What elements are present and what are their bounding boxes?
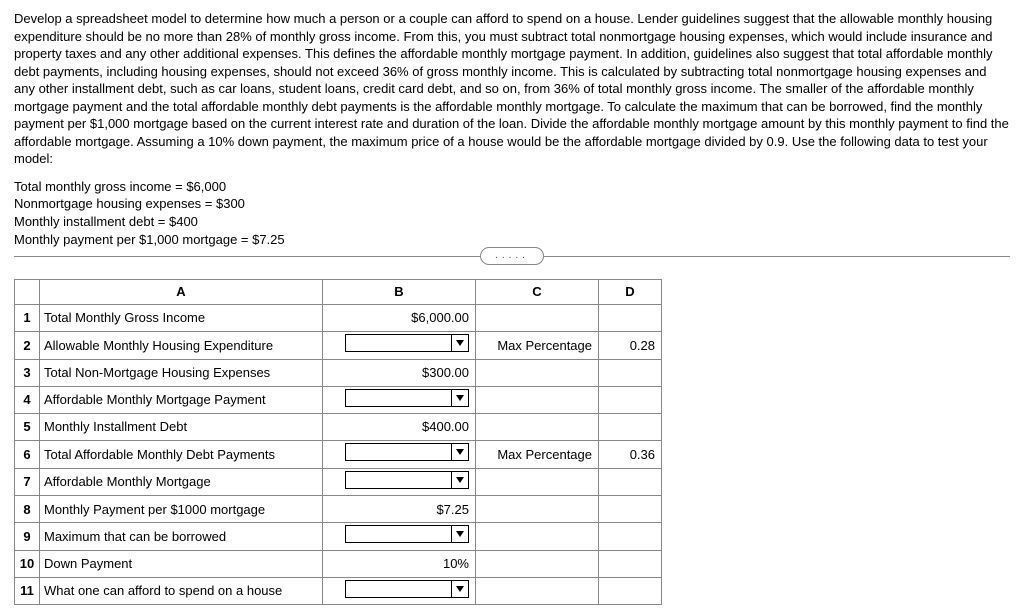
cell-b-dropdown [323, 577, 476, 605]
dropdown-field[interactable] [345, 334, 469, 352]
cell-c-value [476, 523, 599, 551]
cell-c-value [476, 550, 599, 577]
corner-cell [15, 280, 40, 305]
given-line-2: Nonmortgage housing expenses = $300 [14, 195, 1010, 213]
col-header-c: C [476, 280, 599, 305]
cell-d-value [599, 523, 662, 551]
chevron-down-icon [451, 444, 468, 460]
col-header-b: B [323, 280, 476, 305]
cell-d-value [599, 386, 662, 414]
given-data-block: Total monthly gross income = $6,000 Nonm… [14, 178, 1010, 248]
row-label: Total Affordable Monthly Debt Payments [40, 441, 323, 469]
cell-b-dropdown [323, 332, 476, 360]
dropdown-field[interactable] [345, 525, 469, 543]
row-label: Total Monthly Gross Income [40, 305, 323, 332]
table-row: 3Total Non-Mortgage Housing Expenses$300… [15, 359, 662, 386]
spreadsheet-table: A B C D 1Total Monthly Gross Income$6,00… [14, 279, 662, 605]
row-label: Monthly Installment Debt [40, 414, 323, 441]
cell-d-value [599, 577, 662, 605]
cell-b-value: $300.00 [323, 359, 476, 386]
cell-b-dropdown [323, 468, 476, 496]
row-label: Maximum that can be borrowed [40, 523, 323, 551]
row-header: 9 [15, 523, 40, 551]
table-row: 6Total Affordable Monthly Debt Payments M… [15, 441, 662, 469]
row-header: 3 [15, 359, 40, 386]
table-row: 9Maximum that can be borrowed [15, 523, 662, 551]
row-label: Allowable Monthly Housing Expenditure [40, 332, 323, 360]
row-header: 5 [15, 414, 40, 441]
table-row: 7Affordable Monthly Mortgage [15, 468, 662, 496]
cell-d-value [599, 359, 662, 386]
dropdown-field[interactable] [345, 443, 469, 461]
row-header: 10 [15, 550, 40, 577]
col-header-a: A [40, 280, 323, 305]
table-row: 11What one can afford to spend on a hous… [15, 577, 662, 605]
row-header: 2 [15, 332, 40, 360]
cell-b-value: 10% [323, 550, 476, 577]
cell-c-value [476, 359, 599, 386]
cell-c-value [476, 386, 599, 414]
row-header: 8 [15, 496, 40, 523]
dropdown-field[interactable] [345, 580, 469, 598]
row-header: 4 [15, 386, 40, 414]
row-label: Down Payment [40, 550, 323, 577]
cell-b-dropdown [323, 523, 476, 551]
row-label: Monthly Payment per $1000 mortgage [40, 496, 323, 523]
row-label: Affordable Monthly Mortgage Payment [40, 386, 323, 414]
given-line-4: Monthly payment per $1,000 mortgage = $7… [14, 231, 1010, 249]
cell-b-value: $400.00 [323, 414, 476, 441]
row-label: Affordable Monthly Mortgage [40, 468, 323, 496]
chevron-down-icon [451, 581, 468, 597]
table-row: 4Affordable Monthly Mortgage Payment [15, 386, 662, 414]
cell-d-value [599, 496, 662, 523]
cell-c-value [476, 468, 599, 496]
row-label: Total Non-Mortgage Housing Expenses [40, 359, 323, 386]
row-header: 1 [15, 305, 40, 332]
cell-b-value: $6,000.00 [323, 305, 476, 332]
row-label: What one can afford to spend on a house [40, 577, 323, 605]
row-header: 6 [15, 441, 40, 469]
cell-b-value: $7.25 [323, 496, 476, 523]
table-row: 5Monthly Installment Debt$400.00 [15, 414, 662, 441]
given-line-1: Total monthly gross income = $6,000 [14, 178, 1010, 196]
chevron-down-icon [451, 390, 468, 406]
cell-d-value [599, 305, 662, 332]
cell-d-value [599, 468, 662, 496]
table-row: 10Down Payment10% [15, 550, 662, 577]
chevron-down-icon [451, 335, 468, 351]
cell-c-value [476, 496, 599, 523]
cell-b-dropdown [323, 386, 476, 414]
cell-c-value [476, 577, 599, 605]
cell-b-dropdown [323, 441, 476, 469]
cell-d-value: 0.36 [599, 441, 662, 469]
table-row: 8Monthly Payment per $1000 mortgage$7.25 [15, 496, 662, 523]
col-header-d: D [599, 280, 662, 305]
chevron-down-icon [451, 472, 468, 488]
problem-statement: Develop a spreadsheet model to determine… [14, 10, 1010, 168]
cell-c-value [476, 305, 599, 332]
ellipsis-pill[interactable]: ..... [480, 247, 544, 265]
dropdown-field[interactable] [345, 471, 469, 489]
cell-d-value: 0.28 [599, 332, 662, 360]
cell-d-value [599, 414, 662, 441]
cell-c-value: Max Percentage [476, 332, 599, 360]
table-row: 2Allowable Monthly Housing Expenditure Ma… [15, 332, 662, 360]
row-header: 11 [15, 577, 40, 605]
cell-c-value [476, 414, 599, 441]
dropdown-field[interactable] [345, 389, 469, 407]
given-line-3: Monthly installment debt = $400 [14, 213, 1010, 231]
cell-c-value: Max Percentage [476, 441, 599, 469]
cell-d-value [599, 550, 662, 577]
row-header: 7 [15, 468, 40, 496]
table-row: 1Total Monthly Gross Income$6,000.00 [15, 305, 662, 332]
